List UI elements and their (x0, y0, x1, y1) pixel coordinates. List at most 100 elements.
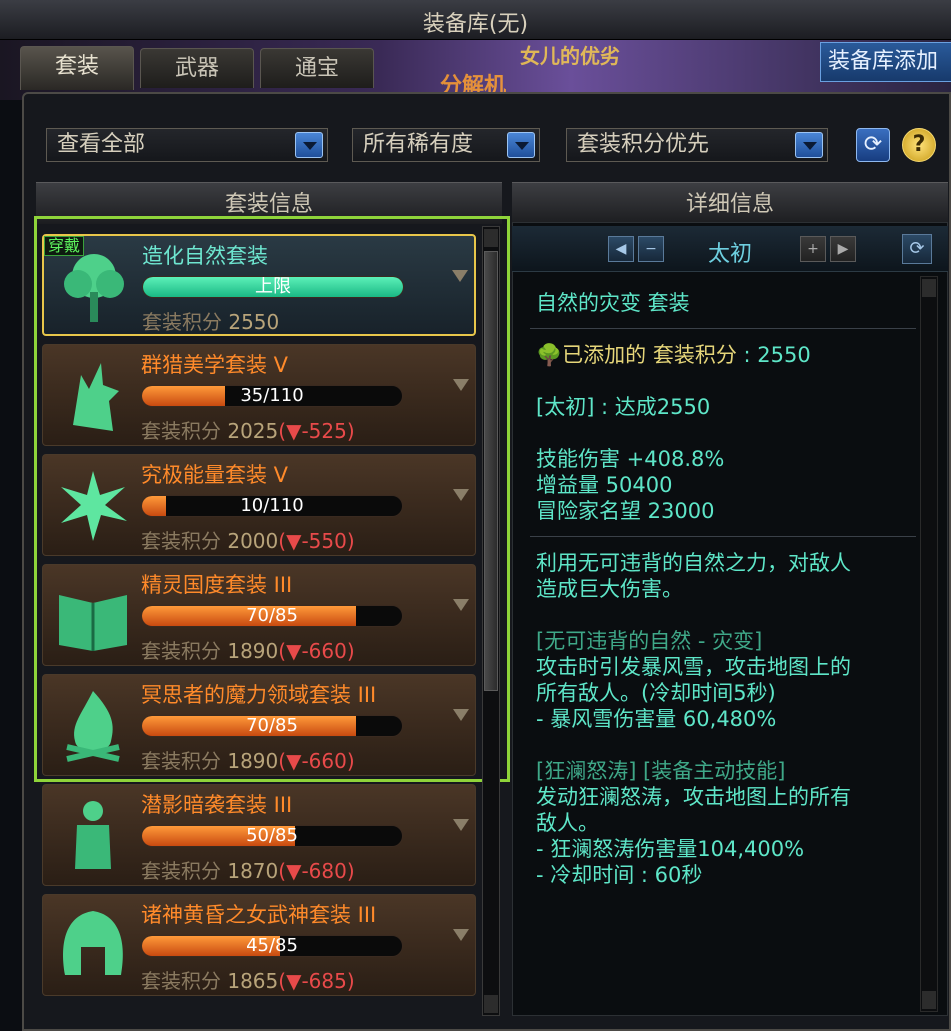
suit-progress-text: 10/110 (240, 495, 304, 516)
suit-score-value: 2025 (227, 419, 279, 443)
expand-triangle-icon[interactable] (452, 270, 468, 282)
tier-prev-arrow-icon[interactable]: ◀ (608, 236, 634, 262)
suit-score-diff: (▼-680) (278, 859, 355, 883)
stat-skill-damage: 技能伤害 +408.8% (536, 447, 725, 471)
expand-triangle-icon[interactable] (453, 379, 469, 391)
suit-list-item[interactable]: 精灵国度套装 III 70/85 套装积分 1890(▼-660) (42, 564, 476, 666)
suit-score-diff: (▼-525) (278, 419, 355, 443)
window-titlebar[interactable]: 装备库(无) (0, 0, 951, 40)
added-label: 已添加的 (562, 343, 647, 367)
suit-score: 套装积分 1865(▼-685) (141, 965, 355, 994)
suit-score-label: 套装积分 (141, 859, 228, 883)
divider (530, 536, 916, 537)
sort-dropdown[interactable]: 套装积分优先 (566, 128, 828, 162)
tier-achieved: [太初] : 达成2550 (536, 395, 711, 419)
stat-buff: 增益量 50400 (536, 473, 673, 497)
tab-suit[interactable]: 套装 (20, 46, 134, 90)
suit-score-diff: (▼-660) (278, 639, 355, 663)
scroll-down-icon[interactable] (922, 991, 936, 1009)
skill1-line: - 暴风雪伤害量 60,480% (536, 707, 777, 731)
view-filter-value: 查看全部 (57, 132, 146, 157)
skill2-line: - 冷却时间 : 60秒 (536, 863, 703, 887)
skill1-title: [无可违背的自然 - 灾变] (536, 629, 763, 653)
refresh-icon[interactable]: ⟳ (902, 234, 932, 264)
expand-triangle-icon[interactable] (453, 929, 469, 941)
expand-triangle-icon[interactable] (453, 489, 469, 501)
suit-list-item[interactable]: 群猎美学套装 V 35/110 套装积分 2025(▼-525) (42, 344, 476, 446)
scroll-up-icon[interactable] (484, 229, 498, 247)
suit-progress-text: 35/110 (240, 385, 304, 406)
suit-name: 群猎美学套装 V (141, 353, 289, 377)
suit-list-scrollbar[interactable] (482, 226, 500, 1016)
rarity-filter-dropdown[interactable]: 所有稀有度 (352, 128, 540, 162)
suit-progress-bar: 50/85 (141, 825, 403, 847)
suit-list-item[interactable]: 诸神黄昏之女武神套装 III 45/85 套装积分 1865(▼-685) (42, 894, 476, 996)
suit-score-value: 1890 (227, 639, 279, 663)
desc-line: 利用无可违背的自然之力，对敌人 (536, 551, 851, 575)
suit-score: 套装积分 2025(▼-525) (141, 415, 355, 444)
suit-name: 潜影暗袭套装 III (141, 793, 293, 817)
shadow-figure-icon (53, 795, 133, 877)
expand-triangle-icon[interactable] (453, 709, 469, 721)
tier-next-arrow-icon[interactable]: ▶ (830, 236, 856, 262)
flame-icon (53, 685, 133, 767)
divider (530, 328, 916, 329)
suit-score-diff: (▼-685) (278, 969, 355, 993)
suit-score-diff: (▼-660) (278, 749, 355, 773)
suit-score: 套装积分 1890(▼-660) (141, 635, 355, 664)
helmet-icon (53, 905, 133, 987)
energy-burst-icon (53, 465, 133, 547)
scrollbar-thumb[interactable] (484, 251, 498, 691)
suit-score-value: 1865 (227, 969, 279, 993)
suit-progress-bar: 45/85 (141, 935, 403, 957)
wolf-icon (53, 355, 133, 437)
tree-icon (54, 246, 134, 328)
window-title: 装备库(无) (422, 12, 529, 37)
suit-progress-text: 50/85 (246, 825, 298, 846)
chevron-down-icon[interactable] (295, 132, 323, 158)
scroll-down-icon[interactable] (484, 995, 498, 1013)
suit-score-label: 套装积分 (141, 749, 228, 773)
suit-progress-bar: 35/110 (141, 385, 403, 407)
detail-scrollbar[interactable] (920, 276, 938, 1012)
expand-triangle-icon[interactable] (453, 819, 469, 831)
suit-progress-text: 上限 (255, 276, 291, 297)
tab-tongbao[interactable]: 通宝 (260, 48, 374, 88)
suit-score-label: 套装积分 (141, 639, 228, 663)
tree-icon: 🌳 (536, 343, 563, 367)
tier-label: 太初 (707, 242, 752, 267)
suit-score-label: 套装积分 (141, 969, 228, 993)
desc-line: 造成巨大伤害。 (536, 577, 683, 601)
suit-progress-bar: 70/85 (141, 605, 403, 627)
suit-progress-text: 70/85 (246, 715, 298, 736)
suit-list: 穿戴 造化自然套装 上限 套装积分 2550 群猎美学套装 V 35/110 套装积分 20… (36, 222, 476, 1022)
tab-weapon[interactable]: 武器 (140, 48, 254, 88)
refresh-icon[interactable]: ⟳ (856, 128, 890, 162)
suit-name: 冥思者的魔力领域套装 III (141, 683, 377, 707)
suit-list-item[interactable]: 究极能量套装 V 10/110 套装积分 2000(▼-550) (42, 454, 476, 556)
help-icon[interactable]: ? (902, 128, 936, 162)
skill2-line: - 狂澜怒涛伤害量104,400% (536, 837, 805, 861)
chevron-down-icon[interactable] (795, 132, 823, 158)
suit-score: 套装积分 2550 (142, 306, 279, 335)
skill2-title: [狂澜怒涛] [装备主动技能] (536, 759, 786, 783)
view-filter-dropdown[interactable]: 查看全部 (46, 128, 328, 162)
suit-score-value: 1870 (227, 859, 279, 883)
suit-score-value: 1890 (227, 749, 279, 773)
book-icon (53, 575, 133, 657)
expand-triangle-icon[interactable] (453, 599, 469, 611)
chevron-down-icon[interactable] (507, 132, 535, 158)
added-score-value: : 2550 (743, 343, 811, 367)
skill1-line: 所有敌人。(冷却时间5秒) (536, 681, 776, 705)
added-score-line: 🌳已添加的 套装积分 : 2550 (536, 342, 811, 368)
suit-score: 套装积分 1890(▼-660) (141, 745, 355, 774)
scroll-up-icon[interactable] (922, 279, 936, 297)
add-to-library-button[interactable]: 装备库添加 (820, 42, 951, 82)
skill2-line: 敌人。 (536, 811, 599, 835)
suit-list-item[interactable]: 潜影暗袭套装 III 50/85 套装积分 1870(▼-680) (42, 784, 476, 886)
detail-set-title: 自然的灾变 套装 (536, 291, 690, 315)
suit-score-value: 2000 (227, 529, 279, 553)
suit-list-item[interactable]: 冥思者的魔力领域套装 III 70/85 套装积分 1890(▼-660) (42, 674, 476, 776)
suit-name: 究极能量套装 V (141, 463, 289, 487)
suit-list-item[interactable]: 穿戴 造化自然套装 上限 套装积分 2550 (42, 234, 476, 336)
